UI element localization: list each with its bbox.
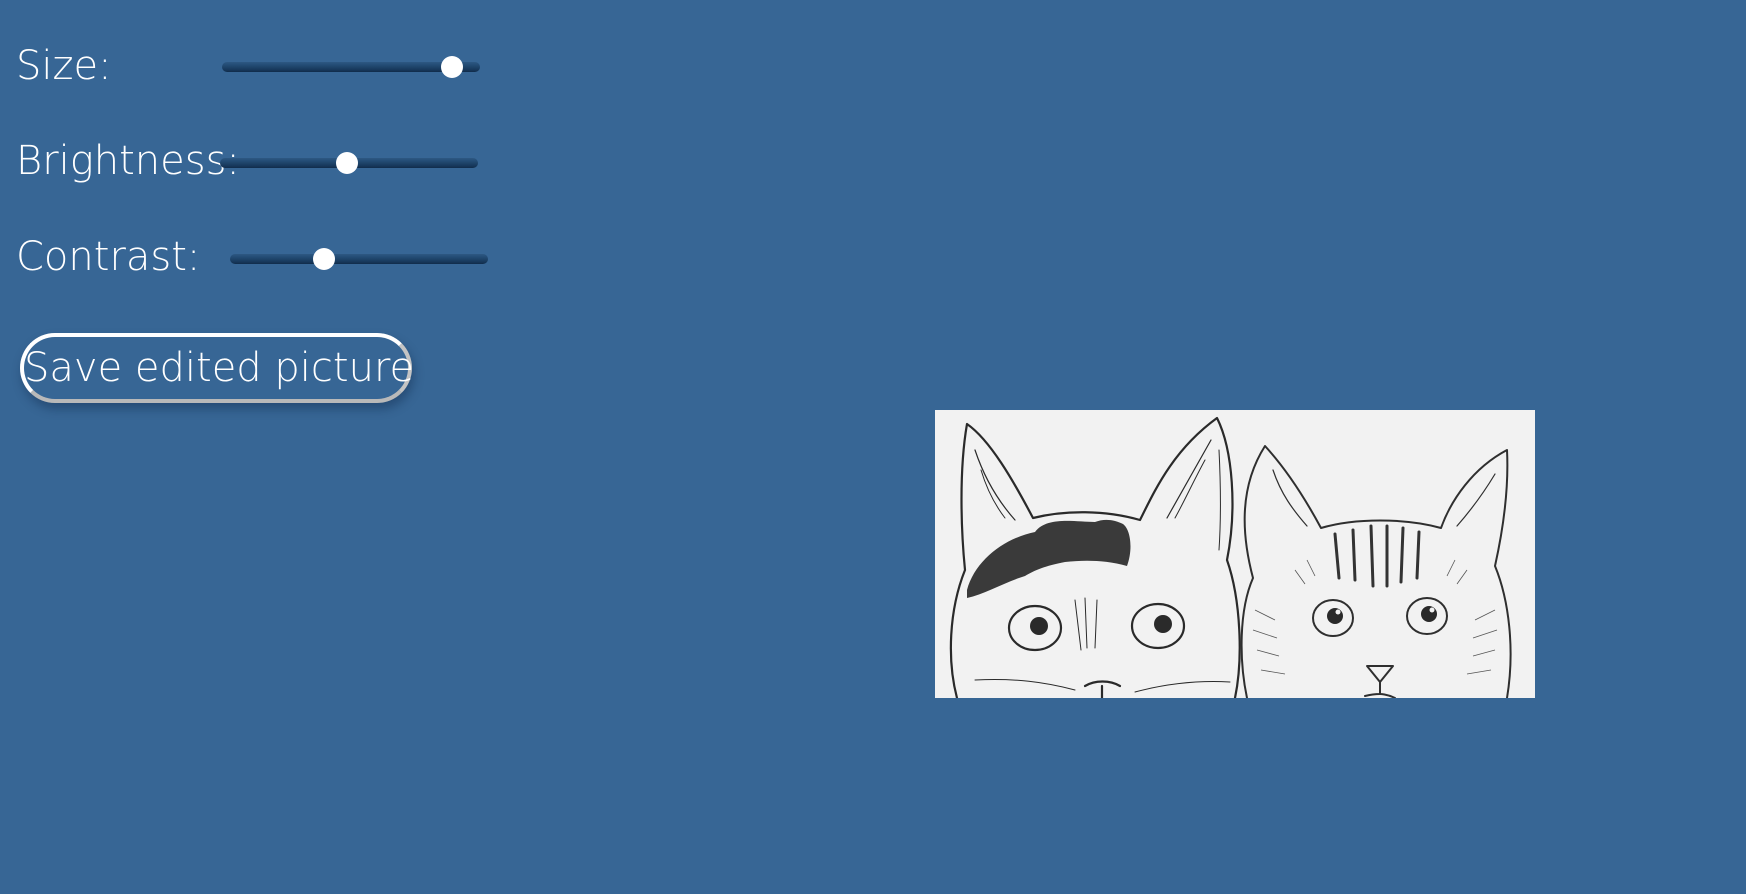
save-edited-picture-button[interactable]: Save edited picture: [20, 333, 414, 403]
size-label: Size:: [16, 43, 112, 89]
edited-picture: [935, 410, 1535, 698]
contrast-slider-track[interactable]: [230, 254, 488, 264]
two-cats-sketch-icon: [935, 410, 1535, 698]
brightness-slider-thumb[interactable]: [335, 152, 358, 174]
brightness-label: Brightness:: [16, 138, 240, 184]
contrast-slider-thumb[interactable]: [312, 248, 335, 270]
brightness-slider[interactable]: [220, 149, 478, 179]
contrast-slider[interactable]: [230, 245, 488, 275]
contrast-label: Contrast:: [16, 234, 201, 280]
size-slider[interactable]: [222, 53, 480, 83]
size-slider-thumb[interactable]: [441, 56, 464, 78]
